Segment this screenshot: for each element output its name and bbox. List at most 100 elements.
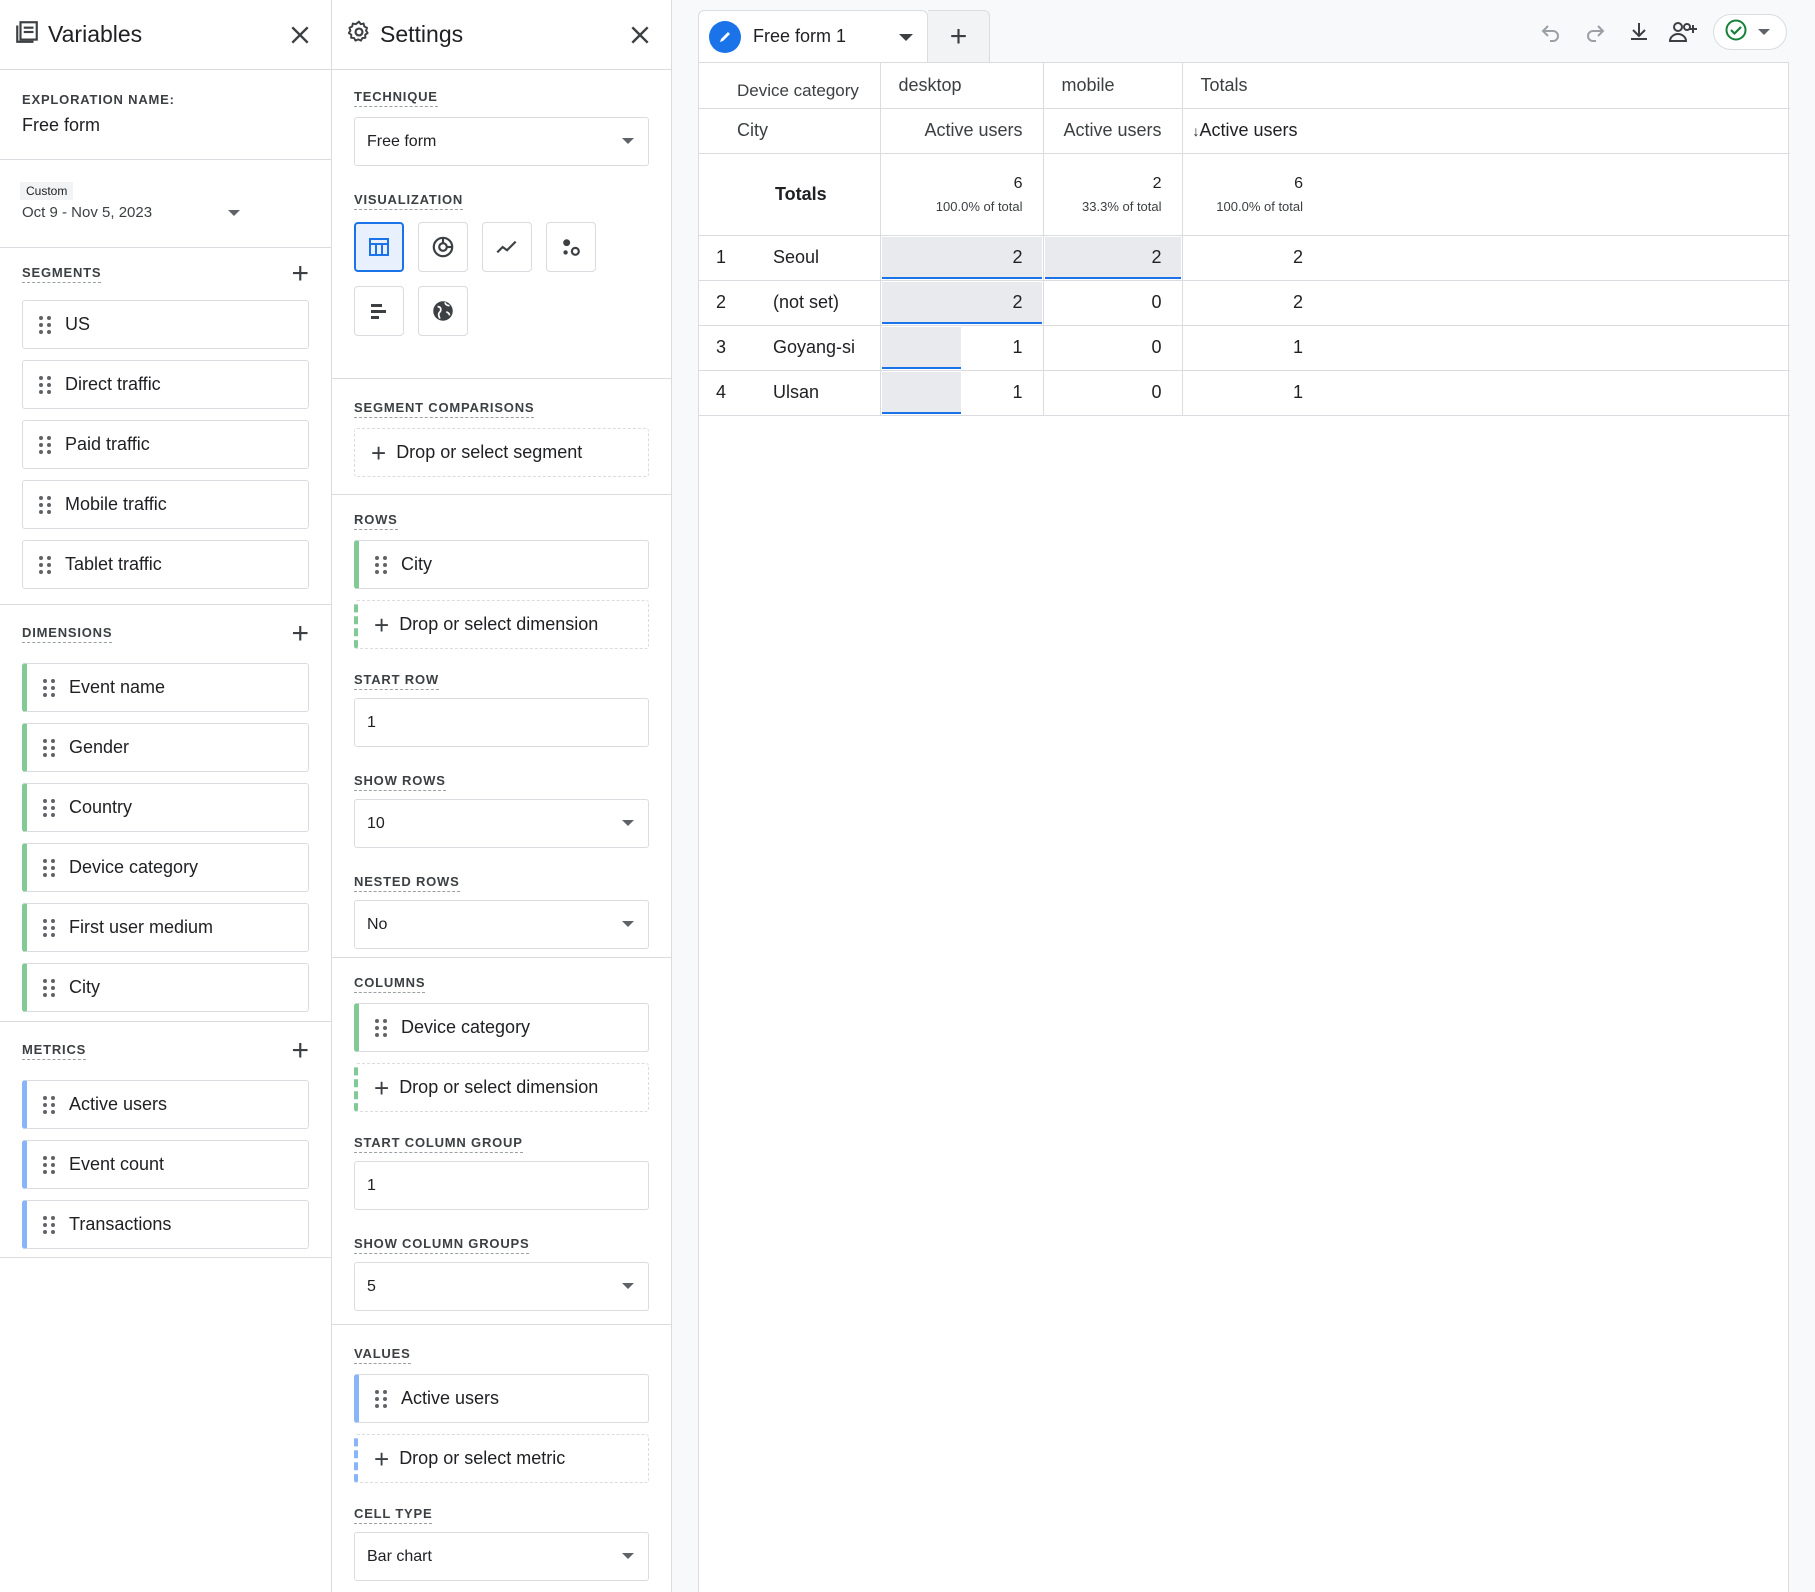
segment-label: Direct traffic xyxy=(65,374,161,394)
donut-chart-icon[interactable] xyxy=(418,222,468,272)
dimension-chip[interactable]: City xyxy=(22,963,309,1012)
drag-handle-icon[interactable] xyxy=(375,1018,387,1037)
mobile-cell: 0 xyxy=(1043,370,1183,416)
dimension-chip[interactable]: First user medium xyxy=(22,903,309,952)
sorted-metric-header[interactable]: ↓Active users xyxy=(1182,108,1320,154)
start-column-group-value: 1 xyxy=(367,1176,376,1194)
table-row[interactable]: 3 Goyang-si 1 0 1 xyxy=(699,325,1790,371)
add-tab-button[interactable]: + xyxy=(928,10,990,62)
column-dimension-chip[interactable]: Device category xyxy=(354,1003,649,1052)
cell-type-select[interactable]: Bar chart xyxy=(354,1532,649,1581)
segment-chip[interactable]: Paid traffic xyxy=(22,420,309,469)
desktop-cell: 2 xyxy=(880,280,1044,326)
drag-handle-icon[interactable] xyxy=(43,918,55,937)
drag-handle-icon[interactable] xyxy=(43,798,55,817)
drop-row-dimension-target[interactable]: + Drop or select dimension xyxy=(354,600,649,649)
drag-handle-icon[interactable] xyxy=(375,555,387,574)
exploration-name-value[interactable]: Free form xyxy=(22,115,309,136)
add-dimension-icon[interactable]: + xyxy=(291,619,309,649)
share-user-icon[interactable] xyxy=(1661,14,1705,50)
drag-handle-icon[interactable] xyxy=(39,375,51,394)
sort-arrow-icon: ↓ xyxy=(1192,123,1200,139)
variables-panel: Variables EXPLORATION NAME: Free form Cu… xyxy=(0,0,332,1592)
drag-handle-icon[interactable] xyxy=(43,978,55,997)
plus-icon: + xyxy=(371,437,387,468)
free-form-table-canvas: Device category desktop mobile Totals Ci… xyxy=(698,62,1790,1592)
columns-label: COLUMNS xyxy=(354,975,426,993)
column-dimension-header[interactable]: Device category xyxy=(699,63,881,109)
start-row-input[interactable]: 1 xyxy=(354,698,649,747)
value-metric-chip[interactable]: Active users xyxy=(354,1374,649,1423)
redo-icon[interactable] xyxy=(1573,14,1617,50)
dimension-chip[interactable]: Gender xyxy=(22,723,309,772)
technique-select[interactable]: Free form xyxy=(354,117,649,166)
show-column-groups-value: 5 xyxy=(367,1277,376,1295)
geo-map-icon[interactable] xyxy=(418,286,468,336)
drop-metric-target[interactable]: + Drop or select metric xyxy=(354,1434,649,1483)
show-rows-select[interactable]: 10 xyxy=(354,799,649,848)
dimension-label: First user medium xyxy=(69,917,214,937)
total-value: 1 xyxy=(1293,382,1304,402)
date-range-section[interactable]: Custom Oct 9 - Nov 5, 2023 xyxy=(0,160,331,248)
segment-comparisons-label: SEGMENT COMPARISONS xyxy=(354,400,535,418)
dimension-label: Country xyxy=(69,797,133,817)
drag-handle-icon[interactable] xyxy=(39,315,51,334)
segment-chip[interactable]: US xyxy=(22,300,309,349)
drag-handle-icon[interactable] xyxy=(39,555,51,574)
drag-handle-icon[interactable] xyxy=(39,495,51,514)
drag-handle-icon[interactable] xyxy=(43,738,55,757)
line-chart-icon[interactable] xyxy=(482,222,532,272)
table-row[interactable]: 2 (not set) 2 0 2 xyxy=(699,280,1790,326)
dimension-chip[interactable]: Country xyxy=(22,783,309,832)
drag-handle-icon[interactable] xyxy=(43,858,55,877)
drag-handle-icon[interactable] xyxy=(43,1095,55,1114)
scatter-plot-icon[interactable] xyxy=(546,222,596,272)
add-segment-icon[interactable]: + xyxy=(291,259,309,289)
chevron-down-icon[interactable] xyxy=(899,34,913,41)
drag-handle-icon[interactable] xyxy=(43,678,55,697)
date-dropdown-icon[interactable] xyxy=(228,210,240,216)
row-dimension-header[interactable]: City xyxy=(699,108,881,154)
drag-handle-icon[interactable] xyxy=(375,1389,387,1408)
table-row[interactable]: 1 Seoul 2 2 2 xyxy=(699,235,1790,281)
segment-chip[interactable]: Direct traffic xyxy=(22,360,309,409)
close-variables-icon[interactable] xyxy=(285,20,315,50)
plus-icon: + xyxy=(374,1072,390,1103)
column-group-header[interactable]: Totals xyxy=(1182,63,1320,109)
drag-handle-icon[interactable] xyxy=(43,1155,55,1174)
chevron-down-icon xyxy=(622,820,634,826)
dimension-chip[interactable]: Device category xyxy=(22,843,309,892)
segment-chip[interactable]: Tablet traffic xyxy=(22,540,309,589)
close-settings-icon[interactable] xyxy=(625,20,655,50)
metric-header[interactable]: Active users xyxy=(880,108,1044,154)
drop-column-dimension-target[interactable]: + Drop or select dimension xyxy=(354,1063,649,1112)
metric-header[interactable]: Active users xyxy=(1043,108,1183,154)
show-column-groups-select[interactable]: 5 xyxy=(354,1262,649,1311)
metrics-section: METRICS + Active users Event count Trans… xyxy=(0,1022,331,1258)
table-row[interactable]: 4 Ulsan 1 0 1 xyxy=(699,370,1790,416)
nested-rows-select[interactable]: No xyxy=(354,900,649,949)
drop-segment-target[interactable]: + Drop or select segment xyxy=(354,428,649,477)
drop-metric-label: Drop or select metric xyxy=(399,1448,566,1468)
metric-chip[interactable]: Transactions xyxy=(22,1200,309,1249)
column-group-header[interactable]: mobile xyxy=(1043,63,1183,109)
pencil-icon[interactable] xyxy=(709,20,741,53)
save-status-button[interactable] xyxy=(1713,14,1787,50)
tab-free-form-1[interactable]: Free form 1 xyxy=(698,10,928,62)
metric-chip[interactable]: Active users xyxy=(22,1080,309,1129)
add-metric-icon[interactable]: + xyxy=(291,1036,309,1066)
drag-handle-icon[interactable] xyxy=(39,435,51,454)
undo-icon[interactable] xyxy=(1529,14,1573,50)
download-icon[interactable] xyxy=(1617,14,1661,50)
segment-chip[interactable]: Mobile traffic xyxy=(22,480,309,529)
bar-chart-icon[interactable] xyxy=(354,286,404,336)
drag-handle-icon[interactable] xyxy=(43,1215,55,1234)
total-value: 6 xyxy=(1294,174,1304,192)
start-column-group-input[interactable]: 1 xyxy=(354,1161,649,1210)
row-dimension-chip[interactable]: City xyxy=(354,540,649,589)
metric-chip[interactable]: Event count xyxy=(22,1140,309,1189)
table-icon[interactable] xyxy=(354,222,404,272)
dimension-chip[interactable]: Event name xyxy=(22,663,309,712)
row-dimension-label: City xyxy=(401,554,432,574)
column-group-header[interactable]: desktop xyxy=(880,63,1044,109)
